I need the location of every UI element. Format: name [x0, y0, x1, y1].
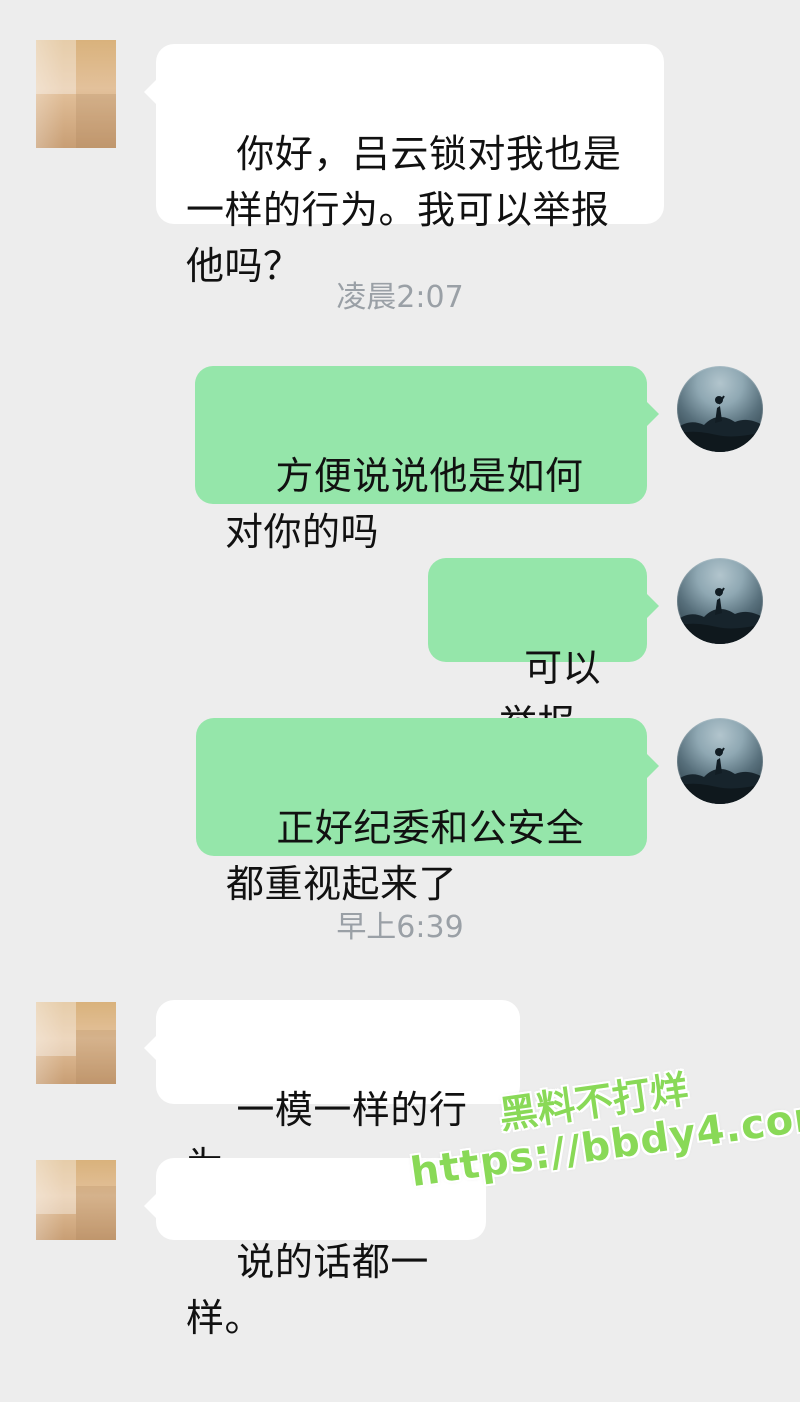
timestamp-1: 凌晨2:07 [336, 280, 464, 315]
contact-avatar-2[interactable] [36, 1002, 116, 1084]
outgoing-message-2[interactable]: 可以举报 [428, 558, 659, 746]
chat-view: 你好，吕云锁对我也是一样的行为。我可以举报他吗？ 凌晨2:07 方便说说他是如何… [0, 0, 800, 1340]
contact-avatar-1[interactable] [36, 40, 116, 148]
outgoing-message-3[interactable]: 正好纪委和公安全都重视起来了 [196, 718, 659, 906]
user-avatar-2[interactable] [677, 558, 763, 644]
outgoing-message-1[interactable]: 方便说说他是如何对你的吗 [195, 366, 659, 554]
watermark-title: 黑料不打烊 [496, 1067, 691, 1138]
landscape-avatar-icon [677, 587, 763, 644]
user-avatar-3[interactable] [677, 718, 763, 804]
message-text-6: 说的话都一样。 [186, 1240, 429, 1340]
contact-avatar-3[interactable] [36, 1160, 116, 1240]
incoming-message-2[interactable]: 一模一样的行为。 [144, 1000, 520, 1188]
message-text-1: 你好，吕云锁对我也是一样的行为。我可以举报他吗？ [186, 132, 622, 288]
incoming-message-3[interactable]: 说的话都一样。 [144, 1158, 486, 1340]
message-text-4: 正好纪委和公安全都重视起来了 [226, 806, 585, 906]
incoming-message-1[interactable]: 你好，吕云锁对我也是一样的行为。我可以举报他吗？ [144, 44, 664, 288]
landscape-avatar-icon [677, 395, 763, 452]
user-avatar-1[interactable] [677, 366, 763, 452]
message-text-2: 方便说说他是如何对你的吗 [225, 454, 584, 554]
landscape-avatar-icon [677, 747, 763, 804]
timestamp-2: 早上6:39 [336, 910, 464, 945]
